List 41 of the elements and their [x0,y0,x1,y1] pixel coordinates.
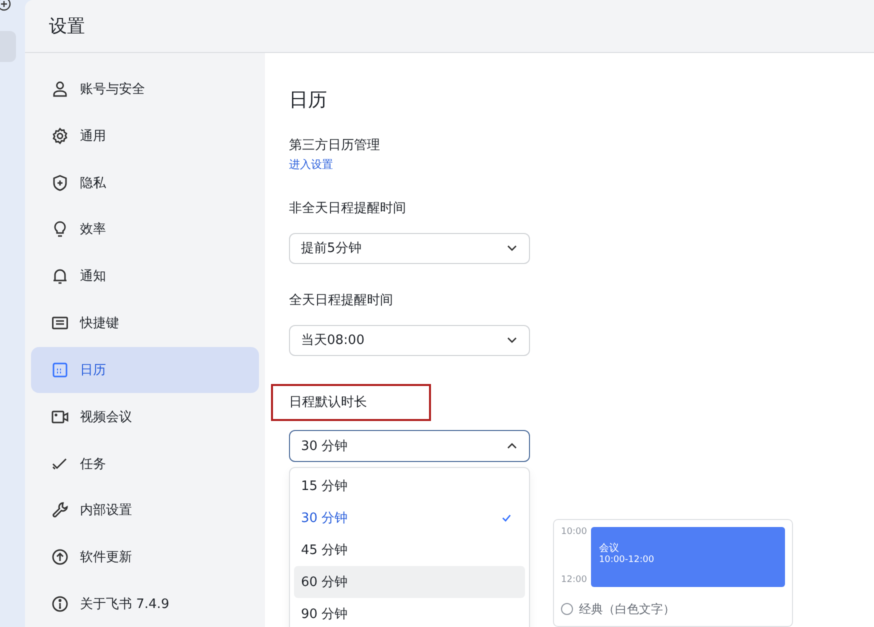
checkmark-icon [501,512,512,524]
sidebar-item[interactable]: 通知 [31,253,259,300]
settings-link[interactable]: 进入设置 [289,157,333,172]
reminder-dropdown[interactable]: 当天08:00 [289,324,530,356]
setting-label: 第三方日历管理 [289,137,380,154]
sidebar-item[interactable]: 效率 [31,206,259,252]
sidebar-item[interactable]: 软件更新 [31,534,259,580]
setting-label: 非全天日程提醒时间 [289,200,406,217]
time-label: 10:00 [561,526,587,537]
sidebar-item[interactable]: 日历 [31,346,259,393]
sidebar-item[interactable]: 快捷键 [31,300,259,346]
duration-dropdown[interactable]: 30 分钟 [289,430,530,462]
sidebar-item[interactable]: 任务 [31,440,259,486]
section-heading: 日历 [289,88,327,113]
menu-option[interactable]: 60 分钟 [294,566,525,598]
menu-option[interactable]: 45 分钟 [294,534,525,566]
window-title: 设置 [49,15,85,38]
reminder-dropdown[interactable]: 提前5分钟 [289,233,530,264]
setting-label: 全天日程提醒时间 [289,292,393,309]
sidebar-item[interactable]: 通用 [31,112,259,159]
sidebar-item[interactable]: 关于飞书 7.4.9 [31,581,259,627]
bell-icon [51,267,69,286]
sidebar-item[interactable]: 视频会议 [31,394,259,440]
event-time: 10:00-12:00 [598,554,656,565]
style-radio[interactable]: 经典（白色文字） [561,600,785,618]
menu-option[interactable]: 90 分钟 [294,598,525,627]
wrench-icon [51,501,69,520]
event-title: 会议 [598,542,620,555]
time-label: 12:00 [561,574,587,585]
sidebar-item[interactable]: 内部设置 [31,487,259,534]
sidebar-item[interactable]: 隐私 [31,160,259,206]
keyboard-icon [51,314,69,332]
shield-icon [51,174,69,192]
menu-option[interactable]: 30 分钟 [294,502,525,534]
sidebar-item[interactable]: 账号与安全 [31,66,259,112]
info-icon [51,595,69,614]
menu-option[interactable]: 15 分钟 [294,470,525,502]
calendar-icon [51,360,69,379]
settings-icon [51,126,69,145]
setting-label: 日程默认时长 [289,394,367,412]
person-icon [51,80,69,98]
